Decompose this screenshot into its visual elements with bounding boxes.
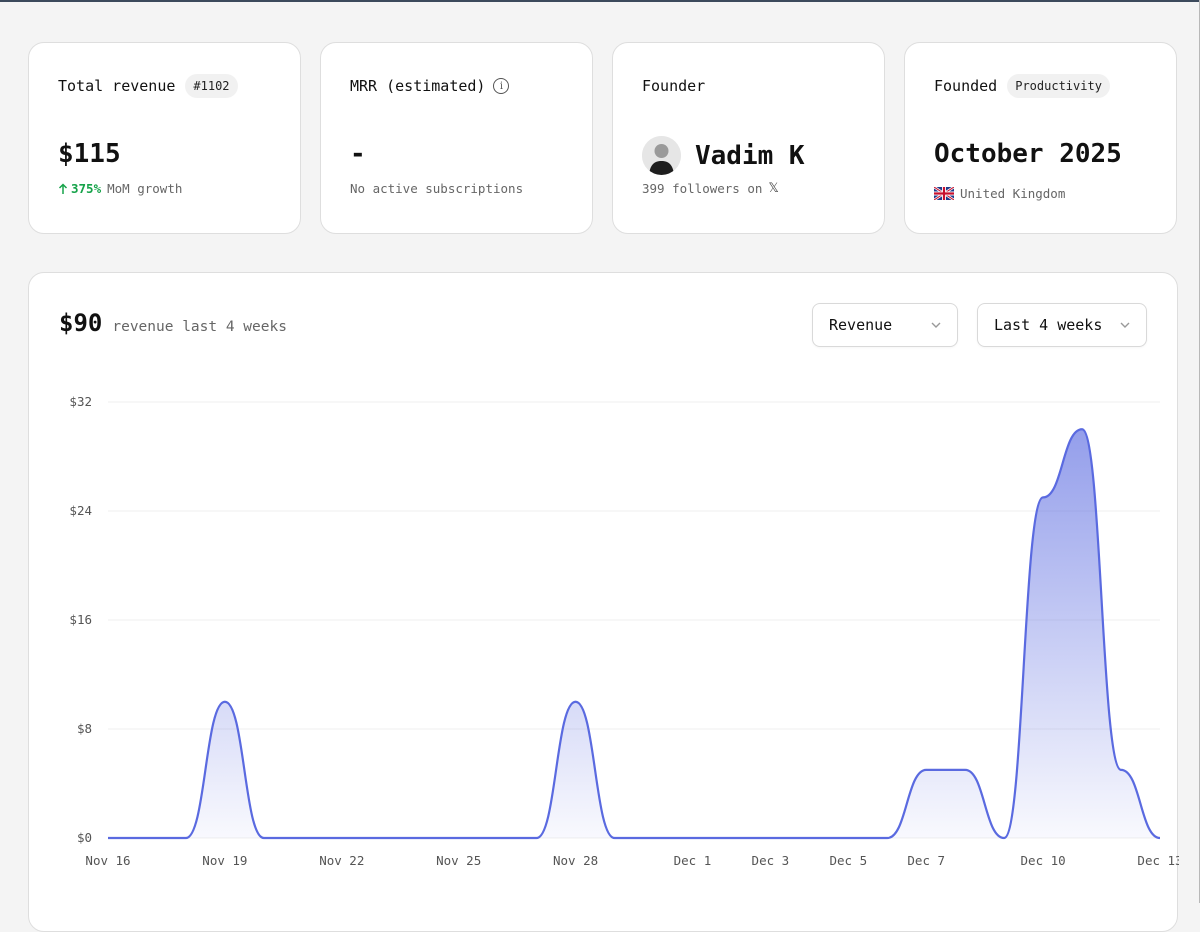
mrr-title: MRR (estimated) — [350, 77, 486, 95]
revenue-line — [107, 428, 1161, 840]
founded-card: Founded Productivity October 2025 United… — [904, 42, 1177, 234]
founder-card: Founder Vadim K 399 followers on 𝕏 — [612, 42, 885, 234]
total-revenue-value: $115 — [58, 139, 121, 169]
x-tick-label: Dec 7 — [907, 853, 945, 868]
growth-line: 375% MoM growth — [58, 181, 182, 196]
x-tick-label: Nov 16 — [85, 853, 130, 868]
total-revenue-header: Total revenue #1102 — [58, 73, 238, 99]
growth-percent: 375% — [71, 181, 102, 196]
mrr-value: - — [350, 139, 366, 169]
founder-header: Founder — [642, 73, 705, 99]
country-name: United Kingdom — [960, 186, 1066, 201]
growth-indicator: 375% — [58, 181, 101, 196]
total-revenue-title: Total revenue — [58, 77, 176, 95]
mrr-card: MRR (estimated) i - No active subscripti… — [320, 42, 593, 234]
arrow-up-icon — [58, 182, 68, 194]
founded-title: Founded — [934, 77, 998, 95]
info-icon[interactable]: i — [493, 78, 510, 94]
founded-header: Founded Productivity — [934, 73, 1110, 99]
revenue-chart-panel: $90 revenue last 4 weeks Revenue Last 4 … — [28, 272, 1179, 932]
country-line: United Kingdom — [934, 186, 1065, 201]
x-tick-label: Dec 1 — [674, 853, 712, 868]
mrr-header: MRR (estimated) i — [350, 73, 510, 99]
x-tick-label: Dec 13 — [1137, 853, 1179, 868]
growth-caption: MoM growth — [107, 181, 183, 196]
followers-count: 399 followers on — [642, 181, 763, 196]
total-revenue-card: Total revenue #1102 $115 375% MoM growth — [28, 42, 301, 234]
x-tick-label: Dec 3 — [752, 853, 790, 868]
y-tick-label: $16 — [69, 612, 92, 627]
y-tick-label: $0 — [77, 830, 92, 845]
y-tick-label: $8 — [77, 721, 92, 736]
y-tick-label: $24 — [69, 503, 92, 518]
revenue-area-chart[interactable]: $0 $8 $16 $24 $32 Nov 16 Nov 19 Nov 22 Nov 25 Nov… — [29, 273, 1179, 893]
uk-flag-icon — [934, 187, 954, 200]
x-tick-label: Nov 19 — [202, 853, 247, 868]
x-tick-label: Nov 25 — [436, 853, 481, 868]
stats-cards: Total revenue #1102 $115 375% MoM growth… — [28, 42, 1178, 234]
x-tick-label: Nov 28 — [553, 853, 598, 868]
avatar[interactable] — [642, 136, 681, 175]
window-top-border — [0, 0, 1200, 2]
founder-title: Founder — [642, 77, 706, 95]
founder-identity[interactable]: Vadim K — [642, 136, 805, 175]
rank-badge: #1102 — [185, 74, 238, 98]
revenue-area — [108, 429, 1160, 838]
mrr-caption: No active subscriptions — [350, 181, 524, 196]
x-tick-label: Dec 5 — [829, 853, 867, 868]
x-tick-label: Nov 22 — [319, 853, 364, 868]
x-icon[interactable]: 𝕏 — [768, 181, 778, 196]
followers-line: 399 followers on 𝕏 — [642, 181, 779, 196]
x-tick-label: Dec 10 — [1021, 853, 1066, 868]
y-tick-label: $32 — [69, 394, 92, 409]
founded-date: October 2025 — [934, 139, 1122, 169]
category-badge[interactable]: Productivity — [1007, 74, 1110, 98]
founder-name[interactable]: Vadim K — [695, 141, 805, 171]
